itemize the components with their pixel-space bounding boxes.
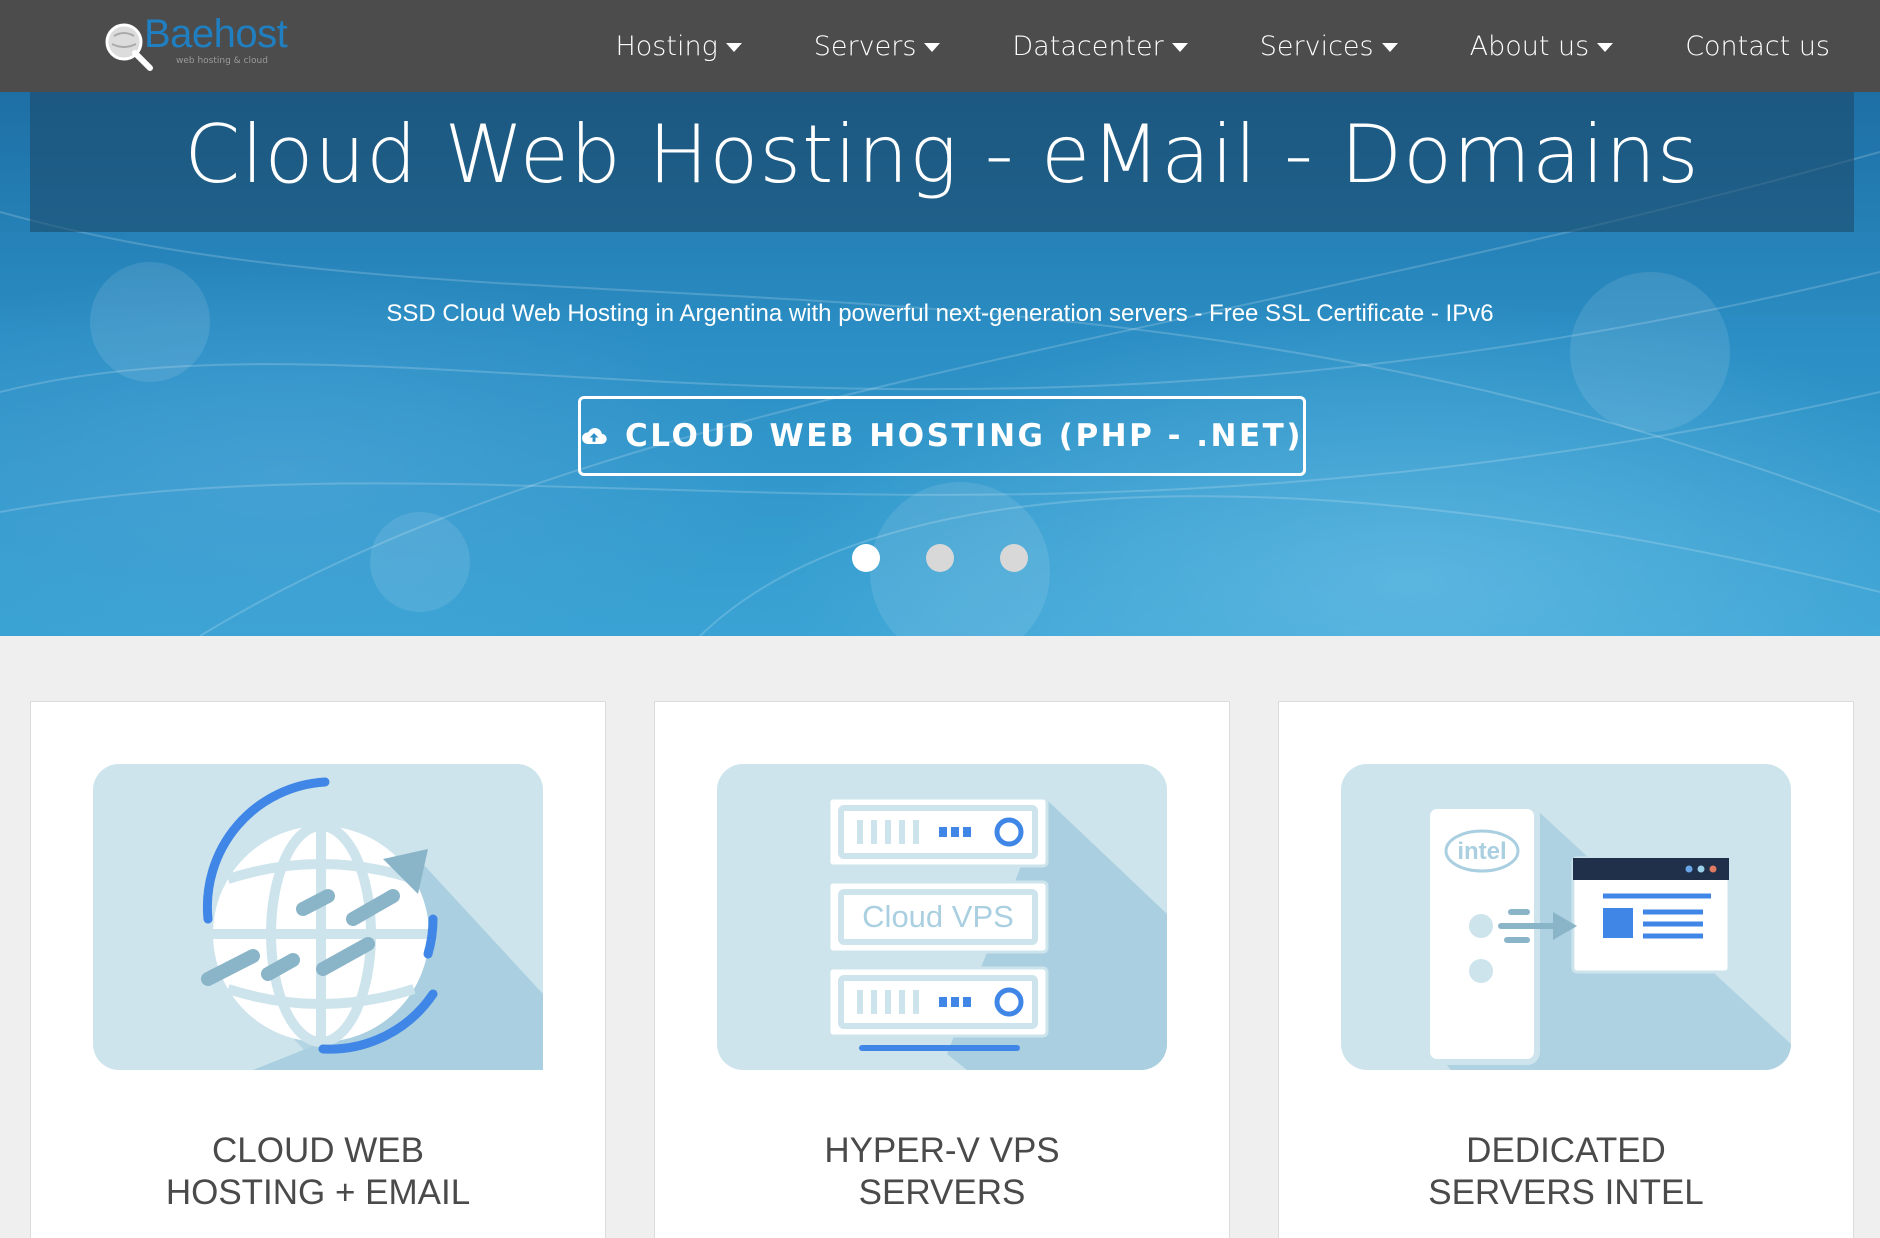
server-rack-icon: Cloud VPS: [717, 764, 1167, 1070]
cta-label: CLOUD WEB HOSTING (PHP - .NET): [625, 418, 1303, 454]
nav-item-label: Contact us: [1685, 30, 1830, 62]
caret-down-icon: [924, 43, 941, 52]
hero-slider: Cloud Web Hosting - eMail - Domains SSD …: [0, 92, 1880, 636]
card-title-line: DEDICATED: [1466, 1131, 1666, 1170]
hero-title: Cloud Web Hosting - eMail - Domains: [184, 108, 1700, 201]
brand-name: Baehost: [144, 12, 288, 56]
nav-item-label: Servers: [813, 30, 917, 62]
caret-down-icon: [1171, 43, 1188, 52]
brand-logo[interactable]: Baehost web hosting & cloud: [102, 14, 302, 74]
slide-dot-1[interactable]: [852, 544, 880, 572]
card-title-line: CLOUD WEB: [212, 1131, 424, 1170]
card-title: HYPER-V VPS SERVERS: [655, 1130, 1229, 1214]
card-title: CLOUD WEB HOSTING + EMAIL: [31, 1130, 605, 1214]
card-title-line: SERVERS INTEL: [1428, 1173, 1704, 1212]
nav-item-label: Services: [1259, 30, 1374, 62]
cloud-vps-label: Cloud VPS: [862, 899, 1014, 934]
intel-server-icon: intel: [1341, 764, 1791, 1070]
cloud-upload-icon: [582, 427, 607, 444]
nav-item-about-us[interactable]: About us: [1470, 31, 1614, 62]
card-title: DEDICATED SERVERS INTEL: [1279, 1130, 1853, 1214]
slide-dot-2[interactable]: [926, 544, 954, 572]
caret-down-icon: [1381, 43, 1398, 52]
nav-item-contact-us[interactable]: Contact us: [1685, 31, 1830, 62]
hero-subtitle: SSD Cloud Web Hosting in Argentina with …: [386, 300, 1494, 327]
cloud-web-hosting-button[interactable]: CLOUD WEB HOSTING (PHP - .NET): [578, 396, 1306, 476]
service-card-hyperv-vps[interactable]: Cloud VPS HYPER-V VPS SERVERS: [654, 701, 1230, 1238]
nav-item-services[interactable]: Services: [1260, 31, 1398, 62]
globe-icon: [93, 764, 543, 1070]
nav-item-label: Datacenter: [1012, 30, 1164, 62]
nav-item-servers[interactable]: Servers: [814, 31, 941, 62]
caret-down-icon: [725, 43, 742, 52]
nav-item-hosting[interactable]: Hosting: [615, 30, 742, 62]
nav-item-label: About us: [1469, 30, 1590, 62]
service-card-dedicated-intel[interactable]: intel DEDICATED SERVERS INTEL: [1278, 701, 1854, 1238]
top-navbar: Baehost web hosting & cloud Hosting Serv…: [0, 0, 1880, 92]
nav-item-datacenter[interactable]: Datacenter: [1012, 30, 1188, 62]
card-title-line: HYPER-V VPS: [824, 1131, 1060, 1170]
slider-pagination: [0, 544, 1880, 572]
card-title-line: SERVERS: [858, 1173, 1026, 1212]
brand-tagline: web hosting & cloud: [176, 56, 268, 66]
main-nav: Hosting Servers Datacenter Services Abou…: [615, 0, 1830, 92]
caret-down-icon: [1597, 43, 1614, 52]
nav-item-label: Hosting: [615, 30, 718, 62]
slide-dot-3[interactable]: [1000, 544, 1028, 572]
intel-label: intel: [1457, 838, 1506, 865]
service-card-cloud-web-hosting[interactable]: CLOUD WEB HOSTING + EMAIL: [30, 701, 606, 1238]
card-title-line: HOSTING + EMAIL: [165, 1173, 471, 1212]
